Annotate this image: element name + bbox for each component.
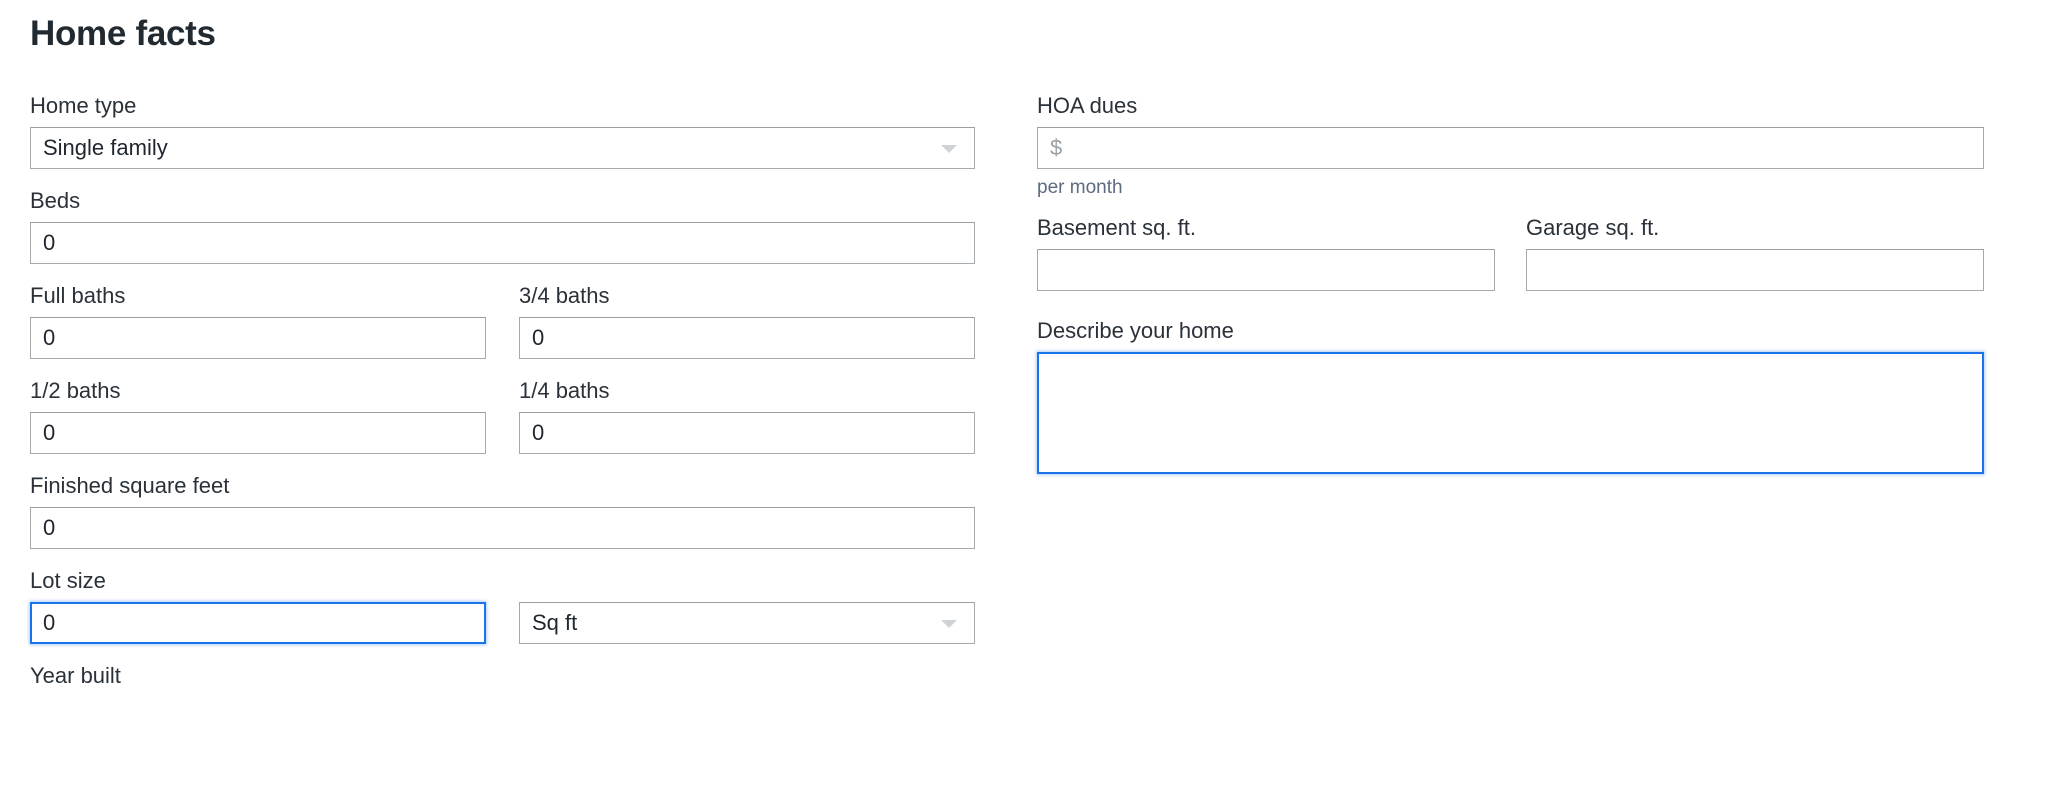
quarter-baths-label: 1/4 baths	[519, 378, 610, 403]
lot-size-input[interactable]	[30, 602, 486, 644]
lot-size-unit-group	[519, 602, 975, 644]
field-year-built: Year built	[30, 662, 975, 690]
field-three-quarter-baths: 3/4 baths	[519, 282, 975, 359]
field-lot-size: Lot size	[30, 567, 975, 644]
half-baths-label: 1/2 baths	[30, 378, 121, 403]
home-type-label: Home type	[30, 93, 137, 118]
field-row-baths-2: 1/2 baths 1/4 baths	[30, 377, 975, 454]
field-hoa-dues: HOA dues per month	[1037, 92, 1984, 200]
hoa-dues-label: HOA dues	[1037, 93, 1138, 118]
describe-home-textarea[interactable]	[1037, 352, 1984, 474]
field-quarter-baths: 1/4 baths	[519, 377, 975, 454]
basement-sqft-input[interactable]	[1037, 249, 1495, 291]
beds-label: Beds	[30, 188, 81, 213]
field-row-sqft: Basement sq. ft. Garage sq. ft.	[1037, 214, 1984, 291]
lot-size-unit-select[interactable]	[519, 602, 975, 644]
home-type-select[interactable]	[30, 127, 975, 169]
field-home-type: Home type	[30, 92, 975, 169]
three-quarter-baths-label: 3/4 baths	[519, 283, 610, 308]
half-baths-input[interactable]	[30, 412, 486, 454]
beds-input[interactable]	[30, 222, 975, 264]
field-full-baths: Full baths	[30, 282, 486, 359]
field-garage-sqft: Garage sq. ft.	[1526, 214, 1984, 291]
basement-sqft-label: Basement sq. ft.	[1037, 215, 1196, 240]
field-basement-sqft: Basement sq. ft.	[1037, 214, 1495, 291]
lot-size-group: Lot size	[30, 567, 486, 644]
home-facts-form: Home facts Home type Beds Full baths 3/4…	[0, 0, 2048, 796]
left-column: Home type Beds Full baths 3/4 baths	[30, 92, 975, 708]
year-built-label: Year built	[30, 663, 121, 688]
column-spacer	[486, 282, 519, 359]
full-baths-input[interactable]	[30, 317, 486, 359]
finished-square-feet-label: Finished square feet	[30, 473, 230, 498]
column-spacer	[486, 377, 519, 454]
describe-home-label: Describe your home	[1037, 318, 1234, 343]
hoa-dues-input[interactable]	[1037, 127, 1984, 169]
garage-sqft-input[interactable]	[1526, 249, 1984, 291]
full-baths-label: Full baths	[30, 283, 126, 308]
right-column: HOA dues per month Basement sq. ft. Gara…	[1037, 92, 1984, 492]
hoa-dues-helper: per month	[1037, 177, 1123, 198]
column-spacer	[1495, 214, 1526, 291]
field-row-baths-1: Full baths 3/4 baths	[30, 282, 975, 359]
lot-size-unit-select-wrap[interactable]	[519, 602, 975, 644]
field-beds: Beds	[30, 187, 975, 264]
finished-square-feet-input[interactable]	[30, 507, 975, 549]
field-describe-home: Describe your home	[1037, 317, 1984, 474]
field-finished-square-feet: Finished square feet	[30, 472, 975, 549]
lot-size-label: Lot size	[30, 568, 106, 593]
field-half-baths: 1/2 baths	[30, 377, 486, 454]
quarter-baths-input[interactable]	[519, 412, 975, 454]
home-type-select-wrap[interactable]	[30, 127, 975, 169]
garage-sqft-label: Garage sq. ft.	[1526, 215, 1660, 240]
three-quarter-baths-input[interactable]	[519, 317, 975, 359]
page-title: Home facts	[30, 14, 216, 53]
